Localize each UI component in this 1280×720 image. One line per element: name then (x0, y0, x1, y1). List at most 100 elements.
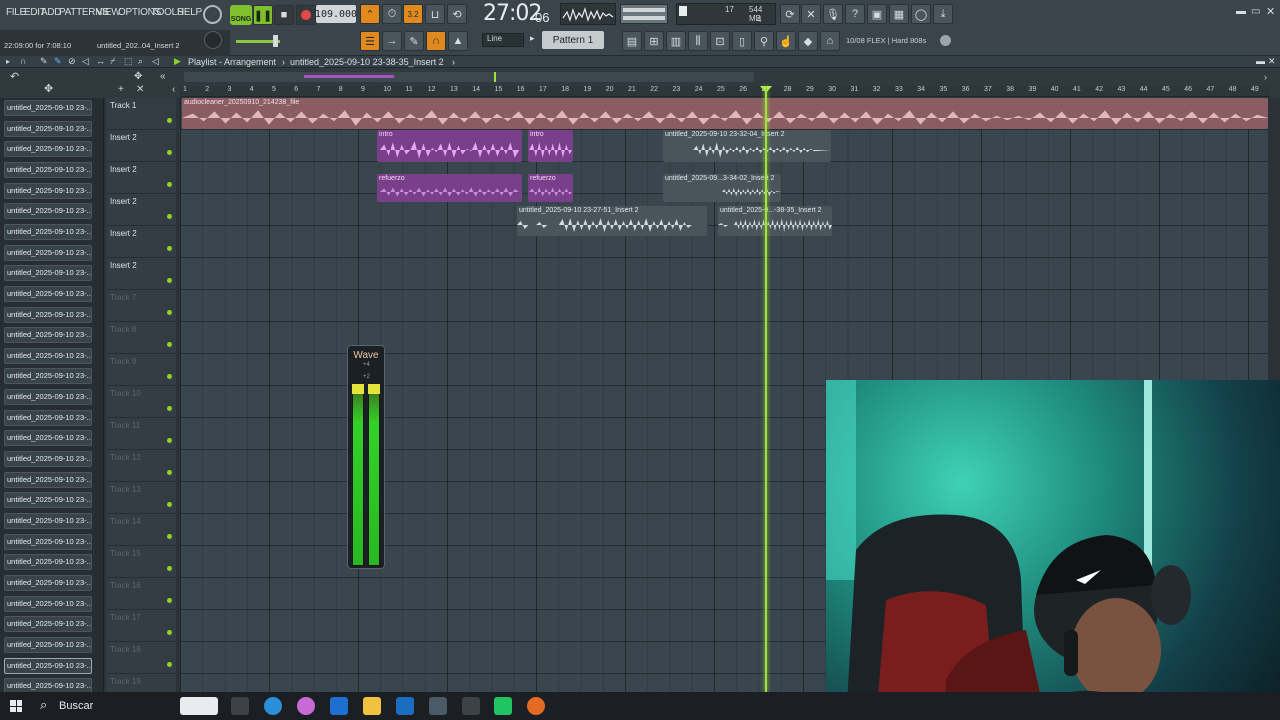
browser-file-item[interactable]: untitled_2025-09-10 23-... (4, 203, 92, 220)
arrangement-name[interactable]: untitled_2025-09-10 23-38-35_Insert 2 (290, 57, 444, 67)
track-header[interactable]: Track 15 (106, 546, 176, 578)
piano-roll-icon[interactable]: ▥ (666, 31, 686, 51)
plugin-picker-icon[interactable]: ⊡ (710, 31, 730, 51)
copilot-icon[interactable] (297, 697, 315, 715)
maximize-icon[interactable]: ▭ (1251, 6, 1260, 17)
track-enable-led-icon[interactable] (167, 566, 172, 571)
record-button[interactable] (296, 5, 316, 25)
browser-file-item[interactable]: untitled_2025-09-10 23-... (4, 389, 92, 406)
close-icon[interactable]: ✕ (1266, 5, 1275, 18)
pattern-song-toggle-icon[interactable] (203, 5, 222, 24)
scroll-left-icon[interactable]: « (160, 71, 166, 82)
browser-file-item[interactable]: untitled_2025-09-10 23-... (4, 306, 92, 323)
collapse-icon[interactable]: ✕ (136, 84, 144, 95)
browser-file-item[interactable]: untitled_2025-09-10 23-... (4, 574, 92, 591)
clip-refuerzo-2[interactable]: refuerzo (528, 174, 573, 202)
master-volume-slider[interactable] (620, 4, 668, 24)
track-header[interactable]: Track 11 (106, 418, 176, 450)
track-enable-led-icon[interactable] (167, 182, 172, 187)
magnet-small-icon[interactable]: ∩ (20, 56, 26, 66)
refresh-icon[interactable]: ⟳ (780, 4, 800, 24)
browser-file-item[interactable]: untitled_2025-09-10 23-... (4, 533, 92, 550)
playlist-close-icon[interactable]: ✕ (1268, 56, 1276, 67)
browser-file-item[interactable]: untitled_2025-09-10 23-... (4, 368, 92, 385)
folder-icon[interactable] (363, 697, 381, 715)
fl-studio-icon[interactable] (527, 697, 545, 715)
outlook-icon[interactable] (396, 697, 414, 715)
timeline-ruler[interactable]: 1 2 3 4 5 6 7 8 9 10 11 12 13 14 15 16 17 18 19 20 21 22 23 24 2… (180, 86, 1270, 97)
whatsapp-icon[interactable] (494, 697, 512, 715)
select-icon[interactable]: ⬚ (124, 56, 133, 67)
add-track-icon[interactable]: + (118, 84, 124, 95)
track-header[interactable]: Insert 2 (106, 226, 176, 258)
browser-file-item[interactable]: untitled_2025-09-10 23-... (4, 451, 92, 468)
pause-button[interactable]: ❚❚ (253, 5, 273, 25)
menu-help[interactable]: HELP (177, 7, 202, 18)
track-enable-led-icon[interactable] (167, 310, 172, 315)
move-icon[interactable]: ✥ (44, 82, 53, 95)
track-enable-led-icon[interactable] (167, 438, 172, 443)
magnet-icon[interactable]: ∩ (426, 31, 446, 51)
tag-icon[interactable]: ◆ (798, 31, 818, 51)
track-enable-led-icon[interactable] (167, 374, 172, 379)
microphone-icon[interactable]: 🎙 (823, 4, 843, 24)
task-view-icon[interactable] (231, 697, 249, 715)
track-header[interactable]: Track 12 (106, 450, 176, 482)
search-icon[interactable]: ⌕ (40, 697, 47, 713)
blend-notes-icon[interactable]: ⊔ (425, 4, 445, 24)
wave-level-meter[interactable]: Wave +4 +2 (347, 345, 385, 569)
track-enable-led-icon[interactable] (167, 630, 172, 635)
browser-file-item[interactable]: untitled_2025-09-10 23-... (4, 554, 92, 571)
zoom-icon[interactable]: ⌕ (138, 56, 143, 67)
browser-file-item[interactable]: untitled_2025-09-10 23-... (4, 182, 92, 199)
plug-icon[interactable]: ⚲ (754, 31, 774, 51)
menu-file[interactable]: FILE (6, 7, 26, 18)
track-header[interactable]: Track 13 (106, 482, 176, 514)
windows-start-icon[interactable] (10, 700, 22, 712)
taskbar-search[interactable]: Buscar (59, 700, 93, 712)
download-icon[interactable]: ⤓ (933, 4, 953, 24)
browser-file-item[interactable]: untitled_2025-09-10 23-... (4, 327, 92, 344)
track-enable-led-icon[interactable] (167, 662, 172, 667)
track-enable-led-icon[interactable] (167, 150, 172, 155)
track-header[interactable]: Track 9 (106, 354, 176, 386)
pattern-arrow-icon[interactable]: ▸ (530, 33, 535, 44)
loop-record-icon[interactable]: ⟲ (447, 4, 467, 24)
browser-icon[interactable]: ▤ (622, 31, 642, 51)
slip-icon[interactable]: ↔ (96, 56, 105, 66)
clip-intro-1[interactable]: intro (377, 130, 522, 162)
browser-file-item[interactable]: untitled_2025-09-10 23-... (4, 223, 92, 240)
clip-untitled-38-35[interactable]: untitled_2025-0...-38-35_Insert 2 (718, 206, 832, 236)
track-enable-led-icon[interactable] (167, 534, 172, 539)
help-icon[interactable]: ? (845, 4, 865, 24)
slide-icon[interactable]: ✎ (404, 31, 424, 51)
mute-icon[interactable]: ◁ (82, 56, 89, 67)
pattern-selector[interactable]: Pattern 1 (542, 31, 604, 49)
horizontal-scrollbar[interactable] (184, 72, 754, 82)
paint-icon[interactable]: ✎ (54, 56, 62, 67)
browser-file-item[interactable]: untitled_2025-09-10 23-... (4, 285, 92, 302)
metronome-icon[interactable]: ⌃ (360, 4, 380, 24)
playlist-minimize-icon[interactable]: ▬ (1256, 56, 1265, 66)
countdown-icon[interactable]: 3.2 (403, 4, 423, 24)
track-header[interactable]: Track 10 (106, 386, 176, 418)
stamp-icon[interactable]: ▲ (448, 31, 468, 51)
arrangement-arrow-icon[interactable]: › (452, 57, 455, 67)
touch-icon[interactable]: ☝ (776, 31, 796, 51)
track-enable-led-icon[interactable] (167, 278, 172, 283)
clip-untitled-34-02[interactable]: untitled_2025-09...3-34-02_Insert 2 (663, 174, 781, 202)
track-header[interactable]: Track 7 (106, 290, 176, 322)
clip-untitled-32-04[interactable]: untitled_2025-09-10 23-32-04_Insert 2 (663, 130, 831, 162)
clip-refuerzo-1[interactable]: refuerzo (377, 174, 522, 202)
minimize-icon[interactable]: ▬ (1236, 6, 1246, 17)
delete-icon[interactable]: ⊘ (68, 56, 76, 67)
undo-icon[interactable]: ↶ (10, 70, 19, 83)
globe-icon[interactable] (940, 35, 951, 46)
browser-file-item[interactable]: untitled_2025-09-10 23-... (4, 471, 92, 488)
save-icon[interactable]: ▣ (867, 4, 887, 24)
slice-icon[interactable]: ⌿ (110, 56, 115, 67)
app-icon[interactable] (429, 697, 447, 715)
track-header[interactable]: Insert 2 (106, 162, 176, 194)
clip-audiocleaner[interactable]: audiocleaner_20250910_214238_file (182, 98, 1268, 129)
snap-selector[interactable]: Line (482, 33, 524, 47)
